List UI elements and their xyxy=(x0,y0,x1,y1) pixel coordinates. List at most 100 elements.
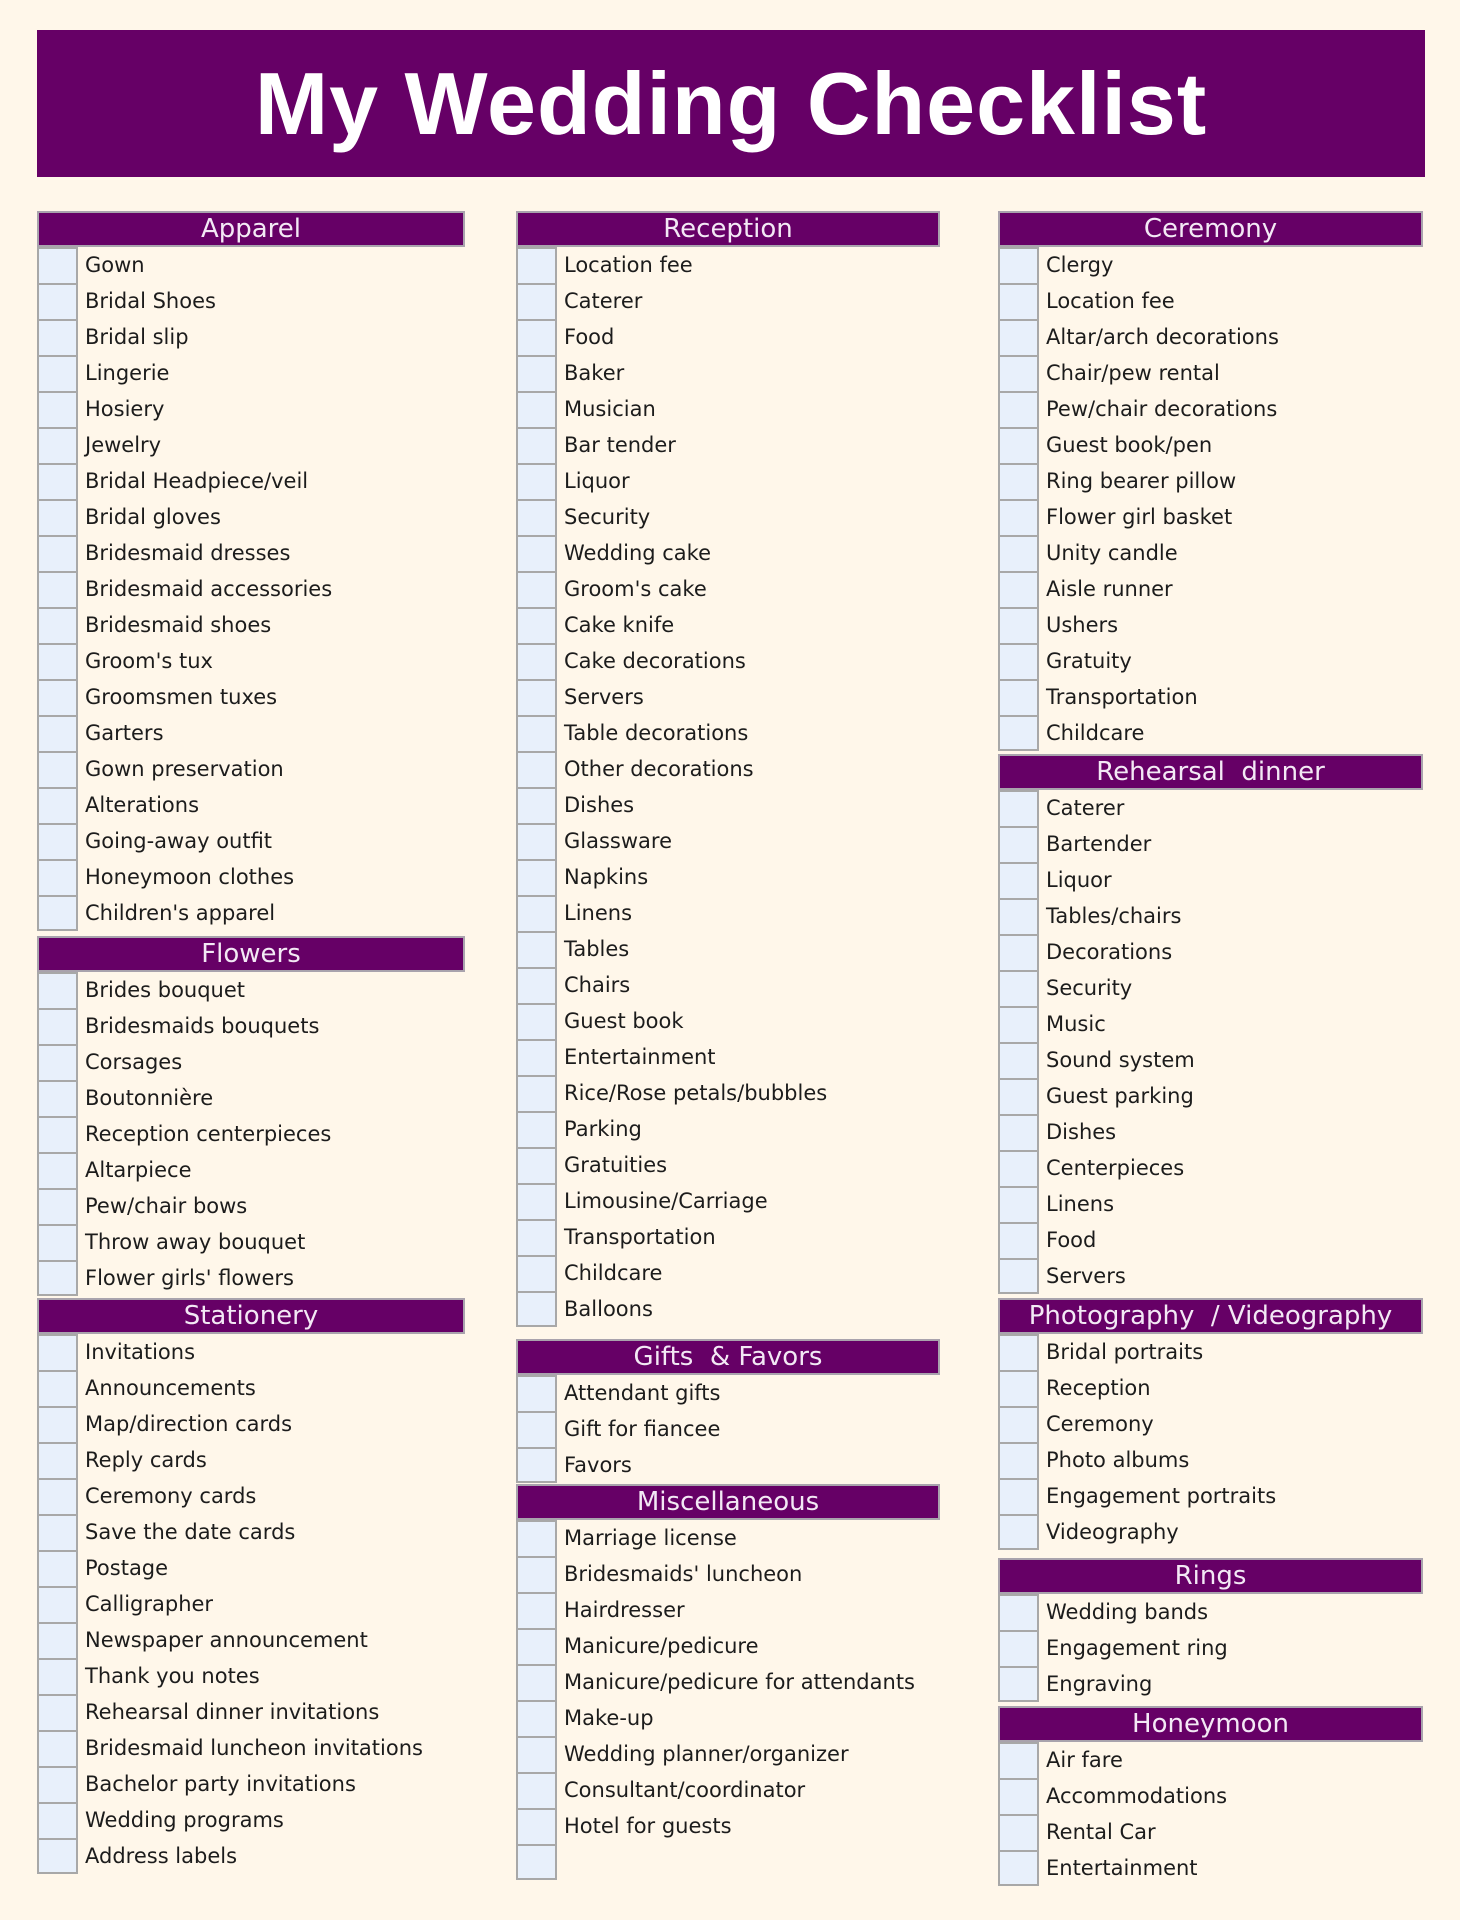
checkbox[interactable] xyxy=(516,1255,557,1291)
checkbox[interactable] xyxy=(516,463,557,499)
checkbox[interactable] xyxy=(998,247,1039,283)
checkbox[interactable] xyxy=(37,535,78,571)
checkbox[interactable] xyxy=(516,499,557,535)
checkbox[interactable] xyxy=(516,967,557,1003)
checkbox[interactable] xyxy=(37,1694,78,1730)
checkbox[interactable] xyxy=(516,1003,557,1039)
checkbox[interactable] xyxy=(37,499,78,535)
checkbox[interactable] xyxy=(37,1802,78,1838)
checkbox[interactable] xyxy=(998,1150,1039,1186)
checkbox[interactable] xyxy=(516,1628,557,1664)
checkbox[interactable] xyxy=(516,535,557,571)
checkbox[interactable] xyxy=(998,1258,1039,1294)
checkbox[interactable] xyxy=(516,1700,557,1736)
checkbox[interactable] xyxy=(998,862,1039,898)
checkbox[interactable] xyxy=(516,1736,557,1772)
checkbox[interactable] xyxy=(998,1742,1039,1778)
checkbox[interactable] xyxy=(516,643,557,679)
checkbox[interactable] xyxy=(37,1658,78,1694)
checkbox[interactable] xyxy=(516,1183,557,1219)
checkbox[interactable] xyxy=(516,1039,557,1075)
checkbox[interactable] xyxy=(37,607,78,643)
checkbox[interactable] xyxy=(998,355,1039,391)
checkbox[interactable] xyxy=(998,1478,1039,1514)
checkbox[interactable] xyxy=(516,607,557,643)
checkbox[interactable] xyxy=(998,715,1039,751)
checkbox[interactable] xyxy=(998,1514,1039,1550)
checkbox[interactable] xyxy=(516,1375,557,1411)
checkbox[interactable] xyxy=(998,427,1039,463)
checkbox[interactable] xyxy=(516,1808,557,1844)
checkbox[interactable] xyxy=(37,427,78,463)
checkbox[interactable] xyxy=(998,283,1039,319)
checkbox[interactable] xyxy=(998,790,1039,826)
checkbox[interactable] xyxy=(516,1075,557,1111)
checkbox[interactable] xyxy=(998,898,1039,934)
checkbox[interactable] xyxy=(998,1370,1039,1406)
checkbox[interactable] xyxy=(516,427,557,463)
checkbox[interactable] xyxy=(998,1666,1039,1702)
checkbox[interactable] xyxy=(37,1044,78,1080)
checkbox[interactable] xyxy=(516,823,557,859)
checkbox[interactable] xyxy=(998,1630,1039,1666)
checkbox[interactable] xyxy=(516,715,557,751)
checkbox[interactable] xyxy=(37,895,78,931)
checkbox[interactable] xyxy=(516,283,557,319)
checkbox[interactable] xyxy=(37,355,78,391)
checkbox[interactable] xyxy=(37,1370,78,1406)
checkbox[interactable] xyxy=(998,1442,1039,1478)
checkbox[interactable] xyxy=(37,1008,78,1044)
checkbox[interactable] xyxy=(516,679,557,715)
checkbox[interactable] xyxy=(998,1078,1039,1114)
checkbox[interactable] xyxy=(37,643,78,679)
checkbox[interactable] xyxy=(37,1586,78,1622)
checkbox[interactable] xyxy=(998,391,1039,427)
checkbox[interactable] xyxy=(516,571,557,607)
checkbox[interactable] xyxy=(516,1592,557,1628)
checkbox[interactable] xyxy=(516,1411,557,1447)
checkbox[interactable] xyxy=(998,1406,1039,1442)
checkbox[interactable] xyxy=(37,1766,78,1802)
checkbox[interactable] xyxy=(998,571,1039,607)
checkbox[interactable] xyxy=(998,1334,1039,1370)
checkbox[interactable] xyxy=(516,931,557,967)
checkbox[interactable] xyxy=(998,535,1039,571)
checkbox[interactable] xyxy=(516,751,557,787)
checkbox[interactable] xyxy=(516,319,557,355)
checkbox[interactable] xyxy=(998,826,1039,862)
checkbox[interactable] xyxy=(516,247,557,283)
checkbox[interactable] xyxy=(516,1147,557,1183)
checkbox[interactable] xyxy=(516,1844,557,1880)
checkbox[interactable] xyxy=(37,1116,78,1152)
checkbox[interactable] xyxy=(998,607,1039,643)
checkbox[interactable] xyxy=(516,1772,557,1808)
checkbox[interactable] xyxy=(516,1111,557,1147)
checkbox[interactable] xyxy=(37,391,78,427)
checkbox[interactable] xyxy=(516,355,557,391)
checkbox[interactable] xyxy=(37,1730,78,1766)
checkbox[interactable] xyxy=(998,1042,1039,1078)
checkbox[interactable] xyxy=(37,787,78,823)
checkbox[interactable] xyxy=(37,247,78,283)
checkbox[interactable] xyxy=(998,1006,1039,1042)
checkbox[interactable] xyxy=(516,1556,557,1592)
checkbox[interactable] xyxy=(37,1188,78,1224)
checkbox[interactable] xyxy=(516,859,557,895)
checkbox[interactable] xyxy=(516,1520,557,1556)
checkbox[interactable] xyxy=(998,499,1039,535)
checkbox[interactable] xyxy=(37,1334,78,1370)
checkbox[interactable] xyxy=(998,643,1039,679)
checkbox[interactable] xyxy=(516,1664,557,1700)
checkbox[interactable] xyxy=(998,970,1039,1006)
checkbox[interactable] xyxy=(998,1814,1039,1850)
checkbox[interactable] xyxy=(37,859,78,895)
checkbox[interactable] xyxy=(998,463,1039,499)
checkbox[interactable] xyxy=(998,1222,1039,1258)
checkbox[interactable] xyxy=(998,1114,1039,1150)
checkbox[interactable] xyxy=(37,283,78,319)
checkbox[interactable] xyxy=(516,895,557,931)
checkbox[interactable] xyxy=(37,715,78,751)
checkbox[interactable] xyxy=(37,1478,78,1514)
checkbox[interactable] xyxy=(37,1224,78,1260)
checkbox[interactable] xyxy=(37,1442,78,1478)
